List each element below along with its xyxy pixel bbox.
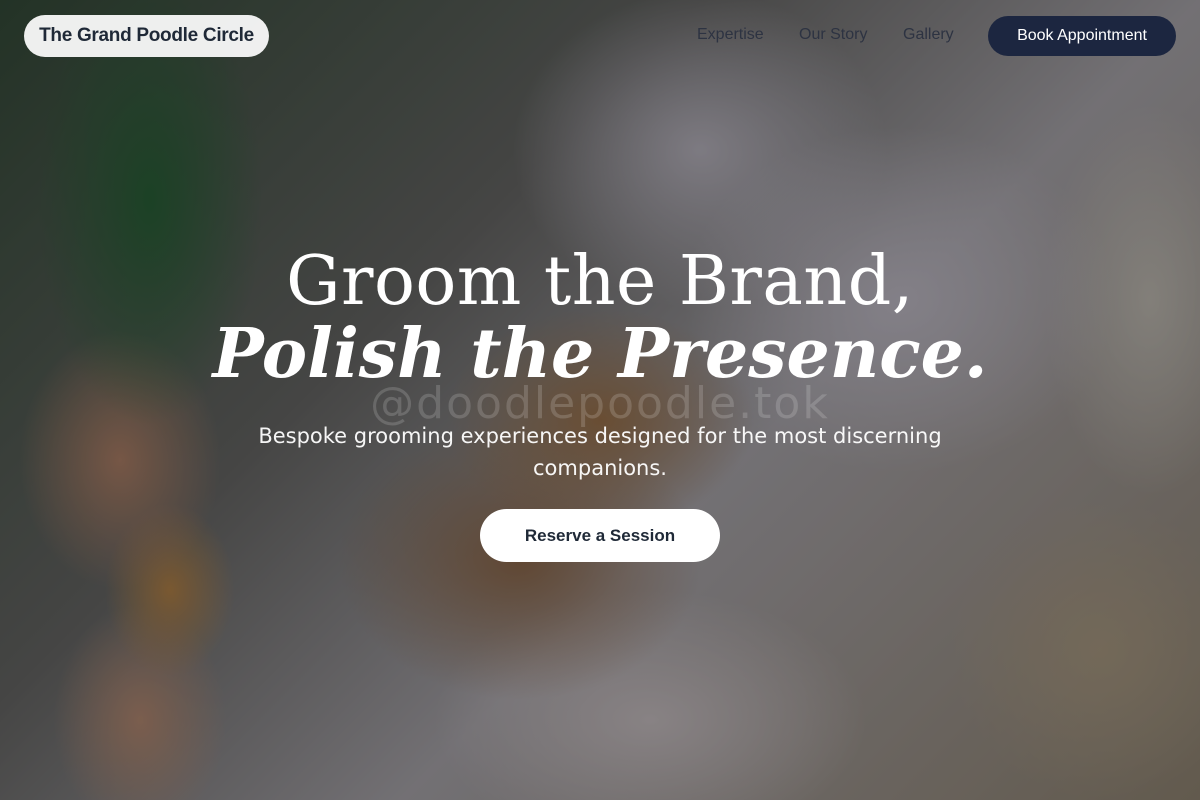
nav-link-our-story[interactable]: Our Story xyxy=(799,26,867,44)
book-appointment-button[interactable]: Book Appointment xyxy=(988,16,1176,56)
hero-title-line1: Groom the Brand, xyxy=(286,242,914,321)
brand-logo[interactable]: The Grand Poodle Circle xyxy=(24,15,269,57)
hero-subtitle: Bespoke grooming experiences designed fo… xyxy=(258,424,942,480)
reserve-session-button[interactable]: Reserve a Session xyxy=(480,509,720,562)
hero-title: Groom the Brand, Polish the Presence. xyxy=(0,242,1200,389)
nav-link-gallery[interactable]: Gallery xyxy=(903,26,954,44)
nav-link-expertise[interactable]: Expertise xyxy=(697,26,764,44)
